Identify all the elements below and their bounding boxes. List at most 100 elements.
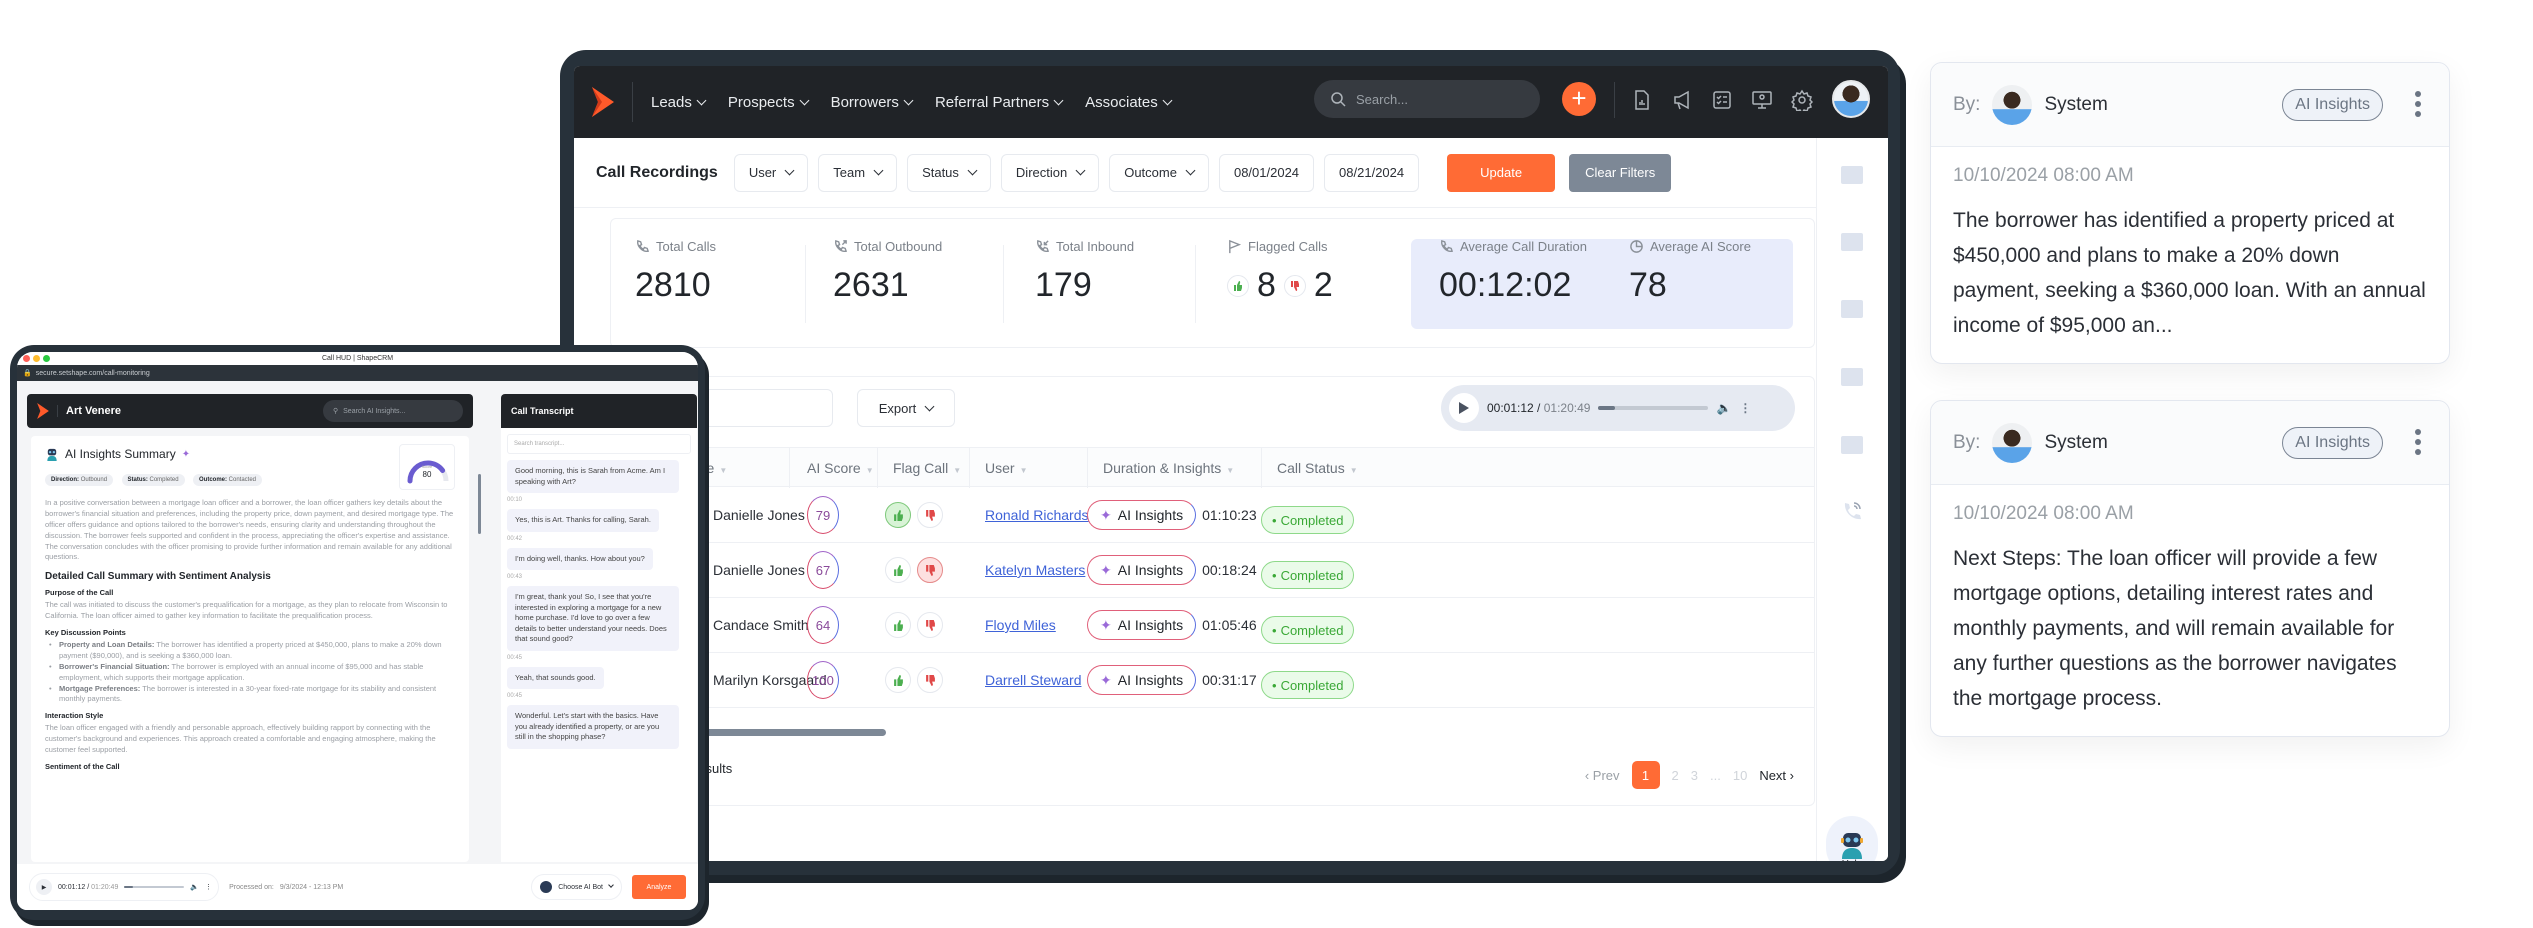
nav-referral-partners[interactable]: Referral Partners [935, 94, 1064, 111]
user-link[interactable]: Darrell Steward [985, 672, 1081, 688]
play-button[interactable]: ▶ [36, 879, 52, 895]
score-gauge: Score 80 [399, 444, 455, 490]
page-10-button[interactable]: 10 [1733, 768, 1747, 783]
chevron-down-icon [924, 401, 935, 411]
megaphone-icon[interactable] [1671, 89, 1693, 111]
ai-insights-search-input[interactable]: ⚲ Search AI Insights... [323, 400, 463, 422]
add-new-button[interactable]: + [1562, 82, 1596, 116]
ai-score-badge: 64 [807, 606, 839, 644]
user-link[interactable]: Floyd Miles [985, 617, 1056, 633]
column-header-ai-score[interactable]: AI Score ▼ [807, 460, 874, 476]
prev-page-button[interactable]: ‹ Prev [1585, 768, 1620, 783]
flag-up-button[interactable] [885, 667, 911, 693]
gear-icon[interactable] [1791, 89, 1813, 111]
page-1-button[interactable]: 1 [1631, 761, 1660, 789]
nav-leads[interactable]: Leads [651, 94, 707, 111]
column-header-duration-insights[interactable]: Duration & Insights ▼ [1103, 460, 1234, 476]
transcript-search-input[interactable]: Search transcript... [507, 434, 691, 454]
global-search-input[interactable]: Search... [1314, 80, 1540, 118]
user-link[interactable]: Ronald Richards [985, 507, 1089, 523]
ai-insights-button[interactable]: ✦ AI Insights [1087, 555, 1197, 585]
filter-outcome-select[interactable]: Outcome [1109, 153, 1209, 192]
filter-team-select[interactable]: Team [818, 153, 898, 192]
page-3-button[interactable]: 3 [1691, 768, 1698, 783]
column-header-call-status[interactable]: Call Status ▼ [1277, 460, 1358, 476]
filter-status-select[interactable]: Status [907, 153, 991, 192]
nav-label: Prospects [727, 93, 795, 111]
thumbs-down-icon [925, 509, 935, 521]
table-row[interactable]: Danielle Jones 79 Ronald Richards ✦ AI In… [611, 488, 1814, 543]
more-options-icon[interactable] [2415, 91, 2421, 117]
calendar-icon[interactable] [1841, 300, 1863, 318]
page-2-button[interactable]: 2 [1672, 768, 1679, 783]
hud-progress-bar[interactable] [124, 886, 185, 888]
volume-icon[interactable]: 🔈 [1716, 401, 1731, 415]
flag-down-button[interactable] [917, 612, 943, 638]
transcript-message: I'm great, thank you! So, I see that you… [507, 586, 691, 661]
date-from-input[interactable]: 08/01/2024 [1218, 153, 1315, 192]
nav-prospects[interactable]: Prospects [727, 93, 810, 111]
address-bar[interactable]: 🔒 secure.setshape.com/call-monitoring [17, 365, 698, 381]
transcript-title: Call Transcript [501, 394, 697, 428]
more-options-icon[interactable]: ⋮ [1739, 401, 1751, 415]
message-time: 00:10 [507, 497, 523, 503]
insight-card: By: System AI Insights 10/10/2024 08:00 … [1930, 400, 2450, 737]
flag-down-button[interactable] [917, 667, 943, 693]
user-link[interactable]: Katelyn Masters [985, 562, 1085, 578]
discussion-point: Property and Loan Details: The borrower … [45, 640, 455, 662]
points-title: Key Discussion Points [45, 628, 126, 637]
call-duration: 00:31:17 [1202, 672, 1257, 688]
play-button[interactable] [1449, 393, 1479, 423]
table-row[interactable]: Marilyn Korsgaard 100 Darrell Steward ✦ A… [611, 653, 1814, 708]
filter-user-select[interactable]: User [733, 153, 809, 192]
message-time: 00:42 [507, 535, 523, 542]
stat-average-ai-score: Average AI Score 78 [1629, 239, 1751, 305]
export-button[interactable]: Export [857, 389, 955, 427]
table-row[interactable]: SCCandace Smith 64 Floyd Miles ✦AI Insig… [611, 598, 1814, 653]
column-header-flag-call[interactable]: Flag Call ▼ [893, 460, 961, 476]
volume-icon[interactable]: 🔈 [190, 883, 199, 891]
update-button[interactable]: Update [1447, 153, 1556, 192]
filter-direction-select[interactable]: Direction [1000, 153, 1100, 192]
flag-down-button[interactable] [917, 502, 943, 528]
nav-associates[interactable]: Associates [1085, 94, 1173, 111]
flag-up-button[interactable] [885, 612, 911, 638]
close-window-button[interactable] [23, 355, 30, 362]
flag-up-button[interactable] [885, 502, 911, 528]
player-progress-bar[interactable] [1598, 406, 1709, 410]
help-bot-button[interactable]: Help [1826, 816, 1878, 861]
ai-insights-button[interactable]: ✦ AI Insights [1087, 665, 1197, 695]
flag-down-button[interactable] [917, 557, 943, 583]
discussion-point: Borrower's Financial Situation: The borr… [45, 662, 455, 684]
presentation-icon[interactable] [1751, 89, 1773, 111]
more-options-icon[interactable]: ⋮ [205, 883, 212, 891]
column-header-user[interactable]: User ▼ [985, 460, 1027, 476]
nav-borrowers[interactable]: Borrowers [831, 94, 914, 111]
choose-ai-bot-select[interactable]: Choose AI Bot [531, 874, 622, 900]
thumbs-down-icon [925, 564, 935, 576]
maximize-window-button[interactable] [43, 355, 50, 362]
ai-insights-button[interactable]: ✦ AI Insights [1087, 500, 1197, 530]
analyze-button[interactable]: Analyze [632, 875, 686, 899]
stat-flagged-calls: Flagged Calls 8 2 [1227, 239, 1333, 305]
ai-insights-button[interactable]: ✦ AI Insights [1087, 610, 1197, 640]
phone-call-icon[interactable] [1841, 500, 1863, 522]
flagged-down-count: 2 [1313, 266, 1333, 304]
next-page-button[interactable]: Next › [1759, 768, 1794, 783]
checklist-icon[interactable] [1711, 89, 1733, 111]
clear-filters-button[interactable]: Clear Filters [1569, 153, 1672, 192]
minimize-window-button[interactable] [33, 355, 40, 362]
tasks-icon[interactable] [1841, 233, 1863, 251]
card-timestamp: 10/10/2024 08:00 AM [1953, 165, 2134, 186]
message-icon[interactable] [1841, 436, 1863, 454]
player-current-time: 00:01:12 [58, 883, 86, 891]
user-avatar[interactable] [1832, 80, 1870, 118]
flag-up-button[interactable] [885, 557, 911, 583]
report-icon[interactable] [1631, 89, 1653, 111]
table-row[interactable]: Danielle Jones 67 Katelyn Masters ✦ AI In… [611, 543, 1814, 598]
summary-scrollbar[interactable] [478, 474, 481, 534]
analytics-icon[interactable] [1841, 166, 1863, 184]
more-options-icon[interactable] [2415, 429, 2421, 455]
date-to-input[interactable]: 08/21/2024 [1324, 153, 1420, 192]
mail-icon[interactable] [1841, 368, 1863, 386]
